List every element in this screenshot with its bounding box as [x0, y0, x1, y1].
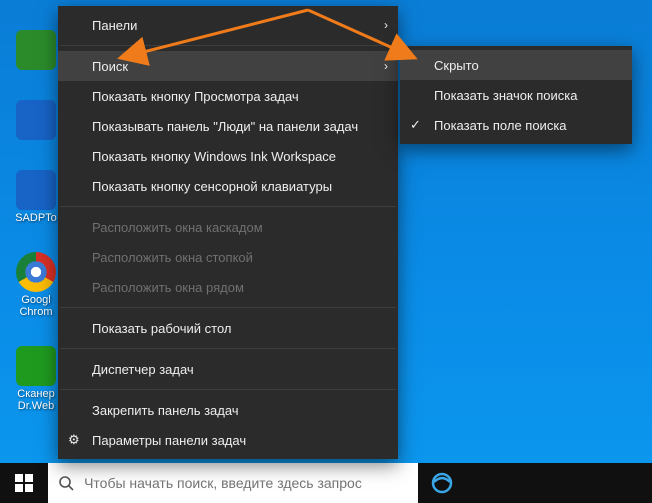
chevron-right-icon: › [384, 18, 388, 32]
search-submenu: Скрыто Показать значок поиска ✓ Показать… [400, 46, 632, 144]
taskbar-edge[interactable] [418, 463, 466, 503]
menu-item-stack: Расположить окна стопкой [58, 242, 398, 272]
app-icon [16, 170, 56, 210]
menu-separator [60, 45, 396, 46]
taskbar [0, 463, 652, 503]
check-icon: ✓ [410, 117, 421, 133]
desktop-icon[interactable] [6, 30, 66, 72]
menu-separator [60, 206, 396, 207]
menu-label: Диспетчер задач [92, 362, 194, 377]
menu-item-cascade: Расположить окна каскадом [58, 212, 398, 242]
menu-label: Показать поле поиска [434, 118, 567, 133]
menu-item-task-manager[interactable]: Диспетчер задач [58, 354, 398, 384]
menu-label: Расположить окна стопкой [92, 250, 253, 265]
submenu-item-show-icon[interactable]: Показать значок поиска [400, 80, 632, 110]
desktop-icon-chrome[interactable]: Googl Chrom [6, 252, 66, 318]
icon-label: Сканер Dr.Web [6, 388, 66, 412]
app-icon [16, 30, 56, 70]
menu-item-lock-taskbar[interactable]: Закрепить панель задач [58, 395, 398, 425]
menu-item-panels[interactable]: Панели › [58, 10, 398, 40]
desktop-icon-sadp[interactable]: SADPTo [6, 170, 66, 224]
spider-icon [16, 346, 56, 386]
submenu-item-show-box[interactable]: ✓ Показать поле поиска [400, 110, 632, 140]
menu-separator [60, 307, 396, 308]
menu-label: Показать кнопку Windows Ink Workspace [92, 149, 336, 164]
gear-icon: ⚙ [68, 432, 80, 448]
menu-separator [60, 348, 396, 349]
menu-label: Показывать панель "Люди" на панели задач [92, 119, 358, 134]
menu-label: Закрепить панель задач [92, 403, 239, 418]
menu-item-taskview-button[interactable]: Показать кнопку Просмотра задач [58, 81, 398, 111]
menu-item-touch-keyboard[interactable]: Показать кнопку сенсорной клавиатуры [58, 171, 398, 201]
menu-label: Скрыто [434, 58, 479, 73]
app-icon [16, 100, 56, 140]
menu-label: Показать рабочий стол [92, 321, 231, 336]
menu-item-ink-workspace[interactable]: Показать кнопку Windows Ink Workspace [58, 141, 398, 171]
submenu-item-hidden[interactable]: Скрыто [400, 50, 632, 80]
menu-item-people-bar[interactable]: Показывать панель "Люди" на панели задач [58, 111, 398, 141]
menu-label: Показать кнопку Просмотра задач [92, 89, 299, 104]
search-icon [48, 475, 84, 491]
windows-icon [15, 474, 33, 492]
menu-item-taskbar-settings[interactable]: ⚙ Параметры панели задач [58, 425, 398, 455]
desktop-icon[interactable] [6, 100, 66, 142]
menu-item-show-desktop[interactable]: Показать рабочий стол [58, 313, 398, 343]
menu-item-search[interactable]: Поиск › [58, 51, 398, 81]
menu-label: Расположить окна каскадом [92, 220, 263, 235]
icon-label: Googl Chrom [6, 294, 66, 318]
desktop-icon-drweb[interactable]: Сканер Dr.Web [6, 346, 66, 412]
menu-label: Поиск [92, 59, 128, 74]
menu-label: Параметры панели задач [92, 433, 246, 448]
menu-label: Показать кнопку сенсорной клавиатуры [92, 179, 332, 194]
menu-label: Расположить окна рядом [92, 280, 244, 295]
desktop-icons: SADPTo Googl Chrom Сканер Dr.Web [6, 30, 66, 412]
taskbar-context-menu: Панели › Поиск › Показать кнопку Просмот… [58, 6, 398, 459]
edge-icon [431, 472, 453, 494]
chrome-icon [16, 252, 56, 292]
taskbar-search[interactable] [48, 463, 418, 503]
search-input[interactable] [84, 475, 418, 491]
menu-item-side-by-side: Расположить окна рядом [58, 272, 398, 302]
icon-label: SADPTo [15, 212, 57, 224]
menu-separator [60, 389, 396, 390]
menu-label: Показать значок поиска [434, 88, 578, 103]
start-button[interactable] [0, 463, 48, 503]
chevron-right-icon: › [384, 59, 388, 73]
menu-label: Панели [92, 18, 137, 33]
